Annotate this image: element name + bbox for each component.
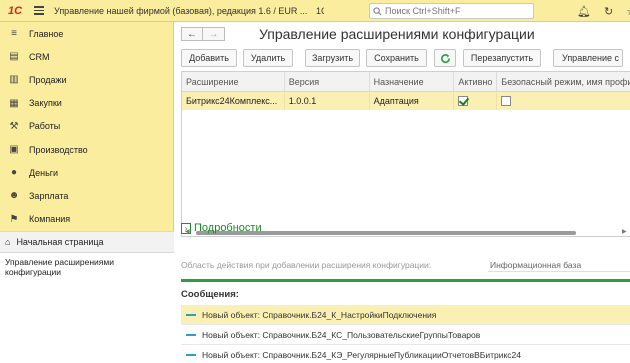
menu-icon: ≡ bbox=[11, 28, 17, 40]
column-header-active[interactable]: Активно bbox=[454, 72, 498, 92]
table-row[interactable]: Битрикс24Комплекс... 1.0.0.1 Адаптация bbox=[182, 92, 630, 110]
page-title: Управление расширениями конфигурации bbox=[259, 26, 535, 42]
message-item[interactable]: Новый объект: Справочник.Б24_К_Настройки… bbox=[181, 305, 630, 325]
open-window-item[interactable]: Управление расширениями конфигурации bbox=[0, 253, 174, 279]
tools-icon: ⚒ bbox=[9, 120, 19, 132]
people-icon: ☻ bbox=[8, 190, 20, 202]
messages-list: Новый объект: Справочник.Б24_К_Настройки… bbox=[181, 305, 630, 363]
extensions-table: Расширение Версия Назначение Активно Без… bbox=[181, 71, 630, 237]
sidebar-item-crm[interactable]: ▤ CRM bbox=[0, 45, 173, 68]
top-bar: 1С Управление нашей фирмой (базовая), ре… bbox=[0, 0, 630, 22]
app-title: Управление нашей фирмой (базовая), редак… bbox=[54, 5, 324, 16]
forward-button[interactable]: → bbox=[203, 27, 225, 41]
sidebar-item-purchases[interactable]: ▦ Закупки bbox=[0, 92, 173, 115]
hamburger-menu-icon[interactable] bbox=[30, 0, 48, 22]
search-input[interactable] bbox=[385, 6, 525, 16]
cell-purpose: Адаптация bbox=[370, 92, 455, 110]
message-item[interactable]: Новый объект: Справочник.Б24_КЭ_Регулярн… bbox=[181, 345, 630, 363]
chevron-right-icon: › bbox=[181, 222, 191, 234]
arrow-right-icon: → bbox=[208, 28, 219, 40]
message-marker-icon bbox=[186, 333, 196, 336]
search-icon bbox=[373, 6, 382, 16]
message-marker-icon bbox=[186, 313, 196, 316]
column-header-safe-mode[interactable]: Безопасный режим, имя профиля bbox=[497, 72, 630, 92]
sidebar-item-salary[interactable]: ☻ Зарплата bbox=[0, 184, 173, 207]
delete-button[interactable]: Удалить bbox=[243, 49, 293, 67]
save-button[interactable]: Сохранить bbox=[366, 49, 427, 67]
sidebar-item-production[interactable]: ▣ Производство bbox=[0, 138, 173, 161]
money-icon: ● bbox=[10, 167, 18, 179]
toolbar: Добавить Удалить Загрузить Сохранить Пер… bbox=[181, 49, 623, 67]
column-header-purpose[interactable]: Назначение bbox=[370, 72, 455, 92]
manage-button[interactable]: Управление с bbox=[553, 49, 623, 67]
sidebar-item-works[interactable]: ⚒ Работы bbox=[0, 115, 173, 138]
scope-field[interactable]: Информационная база bbox=[488, 258, 630, 272]
details-label: Подробности bbox=[194, 222, 262, 234]
flag-icon: ⚑ bbox=[9, 213, 19, 225]
column-header-extension[interactable]: Расширение bbox=[182, 72, 285, 92]
factory-icon: ▣ bbox=[9, 144, 19, 156]
refresh-button[interactable] bbox=[434, 49, 456, 67]
scroll-right-icon[interactable]: ▶ bbox=[622, 228, 627, 235]
cell-extension: Битрикс24Комплекс... bbox=[182, 92, 285, 110]
active-checkbox[interactable] bbox=[458, 96, 469, 106]
message-marker-icon bbox=[186, 353, 196, 356]
restart-button[interactable]: Перезапустить bbox=[463, 49, 541, 67]
cell-safe-mode bbox=[497, 92, 630, 110]
refresh-icon bbox=[440, 53, 450, 63]
contact-card-icon: ▤ bbox=[9, 51, 19, 63]
global-search[interactable] bbox=[369, 3, 534, 19]
sidebar-item-sales[interactable]: ▥ Продажи bbox=[0, 68, 173, 91]
scope-label: Область действия при добавлении расширен… bbox=[181, 260, 432, 270]
purchase-icon: ▦ bbox=[9, 97, 19, 109]
messages-title: Сообщения: bbox=[181, 289, 239, 300]
sidebar-empty-area bbox=[0, 279, 174, 363]
sidebar-item-company[interactable]: ⚑ Компания bbox=[0, 208, 173, 231]
nav-buttons: ← → bbox=[181, 27, 225, 41]
scope-row: Область действия при добавлении расширен… bbox=[181, 258, 630, 272]
home-page-link[interactable]: ⌂ Начальная страница bbox=[0, 231, 174, 253]
separator-line bbox=[181, 279, 630, 282]
back-button[interactable]: ← bbox=[181, 27, 203, 41]
main-panel: ← → Управление расширениями конфигурации… bbox=[175, 22, 630, 363]
details-group[interactable]: › Подробности bbox=[181, 222, 262, 234]
star-icon[interactable]: ☆ bbox=[626, 5, 630, 18]
message-item[interactable]: Новый объект: Справочник.Б24_КС_Пользова… bbox=[181, 325, 630, 345]
table-header: Расширение Версия Назначение Активно Без… bbox=[182, 72, 630, 92]
1c-logo: 1С bbox=[7, 4, 23, 17]
cart-icon: ▥ bbox=[9, 74, 19, 86]
safe-mode-checkbox[interactable] bbox=[501, 96, 512, 106]
sidebar-item-money[interactable]: ● Деньги bbox=[0, 161, 173, 184]
sidebar: ≡ Главное ▤ CRM ▥ Продажи ▦ Закупки ⚒ Ра… bbox=[0, 22, 174, 363]
column-header-version[interactable]: Версия bbox=[285, 72, 370, 92]
cell-version: 1.0.0.1 bbox=[285, 92, 370, 110]
cell-active bbox=[454, 92, 498, 110]
load-button[interactable]: Загрузить bbox=[305, 49, 360, 67]
add-button[interactable]: Добавить bbox=[181, 49, 237, 67]
home-icon: ⌂ bbox=[5, 237, 11, 247]
bell-icon[interactable]: 🔔︎ bbox=[577, 5, 591, 18]
history-icon[interactable]: ↻ bbox=[604, 5, 613, 18]
sidebar-item-main[interactable]: ≡ Главное bbox=[0, 22, 173, 45]
top-icons: 🔔︎ ↻ ☆ bbox=[577, 0, 630, 22]
arrow-left-icon: ← bbox=[187, 28, 197, 40]
